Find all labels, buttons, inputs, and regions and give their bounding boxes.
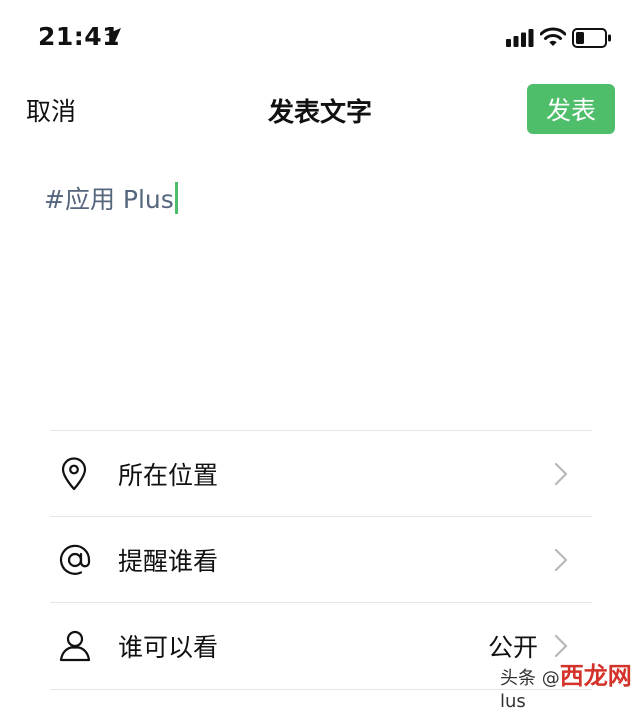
cancel-button[interactable]: 取消 — [26, 92, 76, 128]
watermark-text-red: 西龙网 — [559, 662, 632, 690]
compose-text-area[interactable]: #应用 Plus — [44, 180, 594, 420]
compose-text: #应用 Plus — [44, 185, 174, 214]
signal-icon — [506, 29, 534, 51]
option-label: 所在位置 — [118, 461, 219, 490]
battery-icon — [572, 28, 612, 52]
status-bar: 21:41 — [0, 0, 640, 76]
chevron-right-icon — [554, 462, 568, 490]
watermark-text-left: 头条 @ — [500, 668, 560, 689]
person-icon — [58, 629, 92, 667]
option-label: 谁可以看 — [118, 633, 219, 662]
publish-button[interactable]: 发表 — [527, 84, 615, 134]
option-row-location[interactable]: 所在位置 — [50, 431, 592, 517]
wifi-icon — [539, 27, 567, 51]
location-arrow-icon — [104, 27, 122, 49]
nav-bar: 取消 发表文字 发表 — [0, 76, 640, 140]
option-row-mention[interactable]: 提醒谁看 — [50, 517, 592, 603]
location-pin-icon — [58, 457, 90, 495]
option-label: 提醒谁看 — [118, 547, 219, 576]
chevron-right-icon — [554, 548, 568, 576]
watermark: 头条 @西龙网 lus — [500, 656, 640, 712]
at-sign-icon — [58, 543, 92, 581]
text-cursor — [174, 182, 178, 214]
watermark-text-right: lus — [500, 691, 526, 712]
